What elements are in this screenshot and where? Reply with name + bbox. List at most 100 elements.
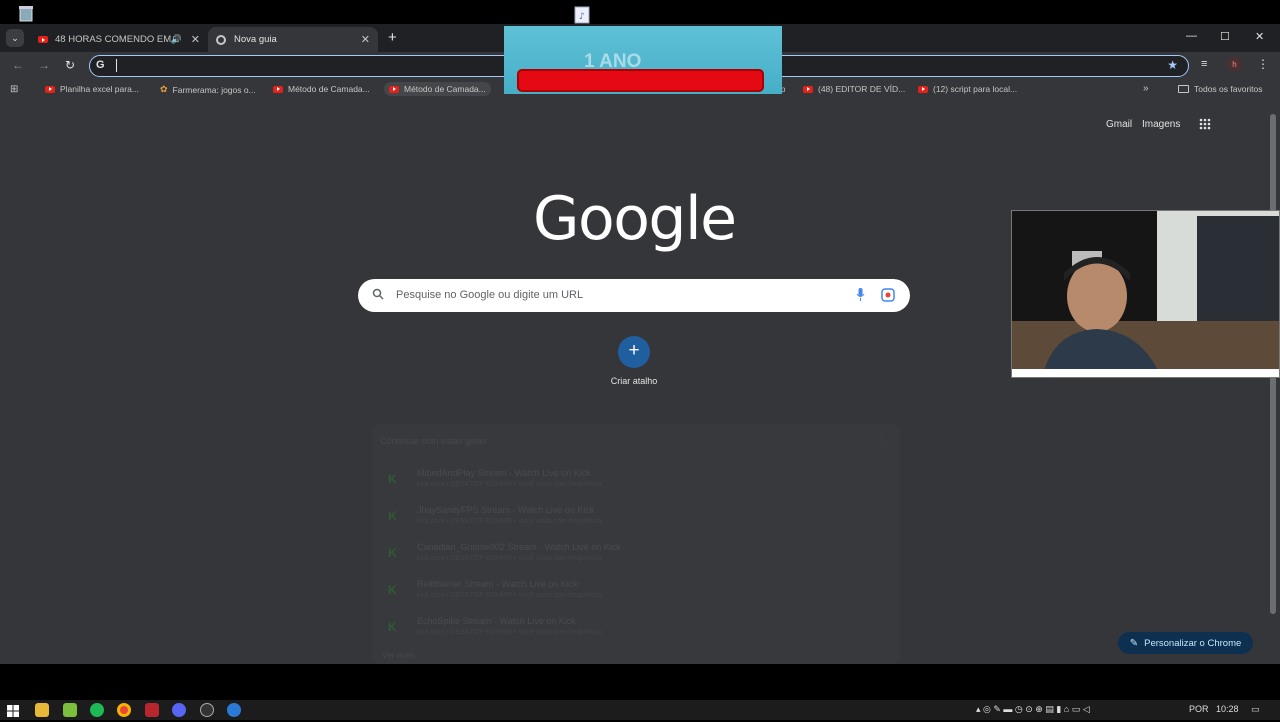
all-bookmarks-folder[interactable]: Todos os favoritos (1178, 84, 1263, 94)
list-item[interactable]: K Reiltlbleher Stream - Watch Live on Kic… (372, 573, 892, 607)
bookmark-item[interactable]: (12) script para local... (918, 84, 1017, 94)
webcam-image (1012, 211, 1279, 377)
item-subtitle: kick.com • DESKTOP-EDHMR • Você visita c… (417, 555, 602, 562)
close-window-icon[interactable]: ✕ (1255, 30, 1264, 43)
screen-gap (0, 664, 1280, 700)
maximize-icon[interactable]: ☐ (1220, 30, 1230, 43)
search-box[interactable]: Pesquise no Google ou digite um URL (358, 279, 910, 312)
bookmark-item[interactable]: Método de Camada... (384, 82, 491, 96)
search-input[interactable]: Pesquise no Google ou digite um URL (396, 289, 583, 301)
list-item[interactable]: K MibedAndPlay Stream - Watch Live on Kic… (372, 462, 892, 496)
spotify-icon[interactable] (90, 703, 104, 717)
menu-icon[interactable]: ⋮ (1257, 57, 1269, 71)
chrome-taskbar-icon[interactable] (117, 703, 131, 717)
farmerama-icon: ✿ (160, 84, 168, 94)
folder-icon (1178, 85, 1189, 93)
card-menu-icon[interactable]: ⋮ (877, 434, 887, 445)
red-banner-bar (517, 69, 764, 92)
new-tab-button[interactable]: + (388, 29, 397, 46)
bookmark-item[interactable]: Método de Camada... (273, 84, 370, 94)
android-icon[interactable] (63, 703, 77, 717)
webcam-overlay (1011, 210, 1280, 378)
continue-tabs-card: Continuar com estas guias ⋮ K MibedAndPla… (372, 424, 900, 664)
forward-icon[interactable]: → (38, 58, 50, 72)
item-title: EchoSpike Stream - Watch Live on Kick (417, 616, 576, 626)
bookmark-item[interactable]: Planilha excel para... (45, 84, 139, 94)
youtube-icon (38, 36, 48, 43)
folder-label: Todos os favoritos (1194, 84, 1263, 94)
kick-icon: K (388, 546, 397, 560)
search-icon (372, 287, 384, 305)
speaker-icon[interactable]: 🔊 (171, 34, 182, 45)
tab-title: Nova guia (234, 34, 277, 45)
new-tab-page: Gmail Imagens Google Pesquise no Google … (0, 102, 1280, 664)
obs-icon[interactable] (200, 703, 214, 717)
item-subtitle: kick.com • DESKTOP-EDHMR • Você visita c… (417, 629, 602, 636)
customize-label: Personalizar o Chrome (1144, 637, 1242, 649)
item-title: JhaySanityFPS Stream - Watch Live on Kic… (417, 505, 595, 515)
recycle-bin-icon[interactable] (16, 4, 38, 26)
bookmark-label: Método de Camada... (288, 84, 370, 94)
gmail-link[interactable]: Gmail (1106, 119, 1132, 130)
notification-icon[interactable]: ▭ (1251, 704, 1260, 715)
kick-icon: K (388, 583, 397, 597)
clock[interactable]: 10:28 (1216, 704, 1239, 714)
tab-new-tab[interactable]: Nova guia ✕ (208, 27, 378, 52)
continue-title: Continuar com estas guias (380, 436, 487, 446)
tab-title: 48 HORAS COMENDO EM I (55, 34, 177, 45)
item-subtitle: kick.com • DESKTOP-EDHMR • Você visita c… (417, 518, 602, 525)
news-app-icon[interactable] (145, 703, 159, 717)
star-icon[interactable]: ★ (1167, 58, 1178, 72)
back-icon[interactable]: ← (12, 58, 24, 72)
lens-icon[interactable] (881, 288, 895, 307)
discord-icon[interactable] (172, 703, 186, 717)
tab-youtube[interactable]: 48 HORAS COMENDO EM I 🔊 ✕ (30, 27, 208, 52)
tray-icons[interactable]: ▴ ◎ ✎ ▬ ◷ ⊙ ⊕ ▤ ▮ ⌂ ▭ ◁ (976, 704, 1090, 715)
bookmark-item[interactable]: ✿ Farmerama: jogos o... (160, 84, 256, 95)
pencil-icon: ✎ (1129, 637, 1139, 649)
youtube-icon (273, 85, 283, 93)
add-shortcut-label: Criar atalho (610, 376, 658, 386)
apps-grid-icon[interactable]: ⊞ (10, 84, 18, 95)
bookmark-label: (48) EDITOR DE VÍD... (818, 84, 906, 94)
svg-text:♪: ♪ (579, 12, 585, 22)
bookmark-item[interactable]: (48) EDITOR DE VÍD... (803, 84, 905, 94)
images-link[interactable]: Imagens (1142, 119, 1180, 130)
google-apps-icon[interactable] (1199, 117, 1211, 130)
customize-chrome-button[interactable]: ✎ Personalizar o Chrome (1118, 632, 1253, 654)
windows-start-icon[interactable] (7, 704, 19, 722)
profile-avatar[interactable]: h (1227, 57, 1242, 72)
chevron-more-icon[interactable]: » (1143, 83, 1149, 94)
chrome-icon (216, 34, 226, 45)
desktop-top-strip: ♪ (0, 0, 1280, 24)
add-shortcut-button[interactable]: + (618, 336, 650, 368)
app-icon[interactable] (227, 703, 241, 717)
bookmark-label: (12) script para local... (933, 84, 1018, 94)
youtube-icon (918, 85, 928, 93)
close-tab-icon[interactable]: ✕ (191, 33, 200, 46)
address-input[interactable] (116, 59, 118, 72)
list-item[interactable]: K Canadian_Gnome902 Stream - Watch Live o… (372, 536, 892, 570)
close-tab-icon[interactable]: ✕ (361, 33, 370, 46)
microphone-icon[interactable] (856, 288, 865, 307)
list-item[interactable]: K EchoSpike Stream - Watch Live on Kick ki… (372, 610, 892, 644)
google-logo: Google (533, 184, 737, 254)
see-more-link[interactable]: Ver mais (382, 650, 415, 660)
bookmark-label: Método de Camada... (404, 84, 486, 94)
reload-icon[interactable]: ↻ (65, 58, 75, 72)
file-explorer-icon[interactable] (35, 703, 49, 717)
item-subtitle: kick.com • DESKTOP-EDHMR • Você visita c… (417, 481, 602, 488)
minimize-icon[interactable]: — (1186, 30, 1197, 42)
kick-icon: K (388, 472, 397, 486)
list-item[interactable]: K JhaySanityFPS Stream - Watch Live on Ki… (372, 499, 892, 533)
tab-search-icon[interactable]: ⌄ (6, 29, 24, 47)
youtube-icon (45, 85, 55, 93)
page-scrollbar[interactable] (1266, 102, 1280, 664)
kick-icon: K (388, 509, 397, 523)
google-g-icon: G (96, 59, 105, 71)
bookmark-label: Farmerama: jogos o... (172, 84, 256, 95)
reading-list-icon[interactable]: ≡ (1201, 58, 1207, 70)
language-indicator[interactable]: POR (1189, 704, 1209, 714)
item-title: Canadian_Gnome902 Stream - Watch Live on… (417, 542, 621, 552)
item-subtitle: kick.com • DESKTOP-EDHMR • Você visita c… (417, 592, 602, 599)
